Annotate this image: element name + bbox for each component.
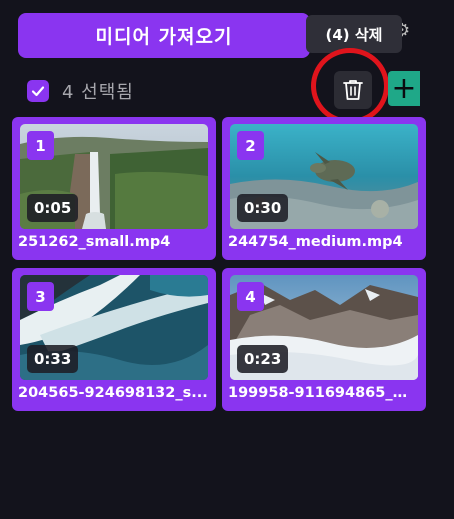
media-filename: 244754_medium.mp4 — [228, 234, 403, 250]
checkmark-icon — [31, 86, 45, 97]
duration-label: 0:05 — [27, 194, 79, 222]
selection-number-badge: 1 — [27, 131, 54, 160]
media-card[interactable]: 2 0:30 244754_medium.mp4 — [222, 117, 426, 260]
duration-label: 0:30 — [237, 194, 289, 222]
media-card[interactable]: 1 0:05 251262_small.mp4 — [12, 117, 216, 260]
import-media-button[interactable]: 미디어 가져오기 — [18, 13, 310, 58]
media-filename: 251262_small.mp4 — [18, 234, 171, 250]
delete-button[interactable] — [334, 71, 372, 109]
media-filename: 204565-924698132_s... — [18, 385, 208, 401]
media-card[interactable]: 3 0:33 204565-924698132_s... — [12, 268, 216, 411]
plus-icon: + — [391, 70, 417, 106]
media-card[interactable]: 4 0:23 199958-911694865_m... — [222, 268, 426, 411]
selection-number-badge: 3 — [27, 282, 54, 311]
selection-row: 4 선택됨 — [27, 78, 134, 104]
selected-count: 4 선택됨 — [62, 82, 134, 103]
selection-number-badge: 4 — [237, 282, 264, 311]
media-filename: 199958-911694865_m... — [228, 385, 420, 401]
trash-icon — [343, 80, 363, 100]
duration-label: 0:33 — [27, 345, 79, 373]
selection-number-badge: 2 — [237, 131, 264, 160]
select-all-checkbox[interactable] — [27, 80, 49, 102]
duration-label: 0:23 — [237, 345, 289, 373]
add-media-button[interactable]: + — [388, 71, 420, 106]
delete-tooltip: (4) 삭제 — [306, 15, 402, 53]
